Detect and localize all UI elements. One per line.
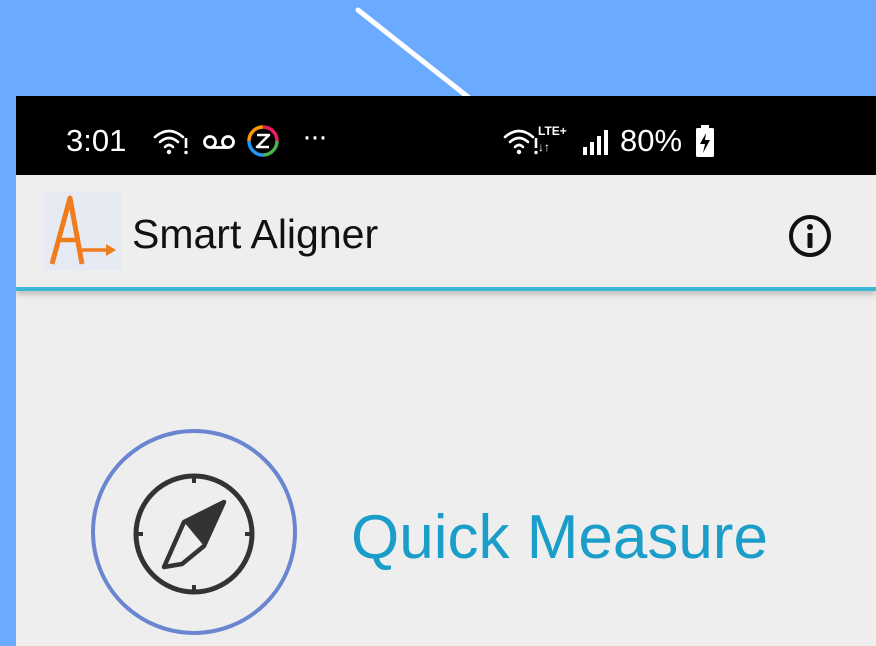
wifi-icon xyxy=(153,129,188,155)
info-icon[interactable] xyxy=(786,212,834,260)
smart-aligner-logo xyxy=(44,192,122,270)
status-more-dots: ··· xyxy=(302,120,328,153)
app-title: Smart Aligner xyxy=(132,211,379,257)
menu-item-label: Quick Measure xyxy=(351,503,768,572)
status-bar: 3:01 ··· LTE+ ↓↑ 80% xyxy=(16,96,876,175)
compass-icon xyxy=(91,429,297,635)
signal-icon xyxy=(583,130,608,155)
battery-percent: 80% xyxy=(620,123,683,158)
network-activity-arrows: ↓↑ xyxy=(538,140,550,154)
phone-screen: 3:01 ··· LTE+ ↓↑ 80% Smart Aligner Quick… xyxy=(16,96,876,646)
wifi-icon xyxy=(503,129,538,155)
network-type: LTE+ ↓↑ xyxy=(538,124,578,158)
battery-charging-icon xyxy=(696,125,714,157)
z-app-icon xyxy=(247,125,279,157)
status-time: 3:01 xyxy=(66,123,127,158)
voicemail-icon xyxy=(203,135,235,149)
app-bar: Smart Aligner xyxy=(16,175,876,291)
network-type-label: LTE+ xyxy=(538,124,567,138)
menu-item-quick-measure[interactable]: Quick Measure xyxy=(88,426,868,646)
